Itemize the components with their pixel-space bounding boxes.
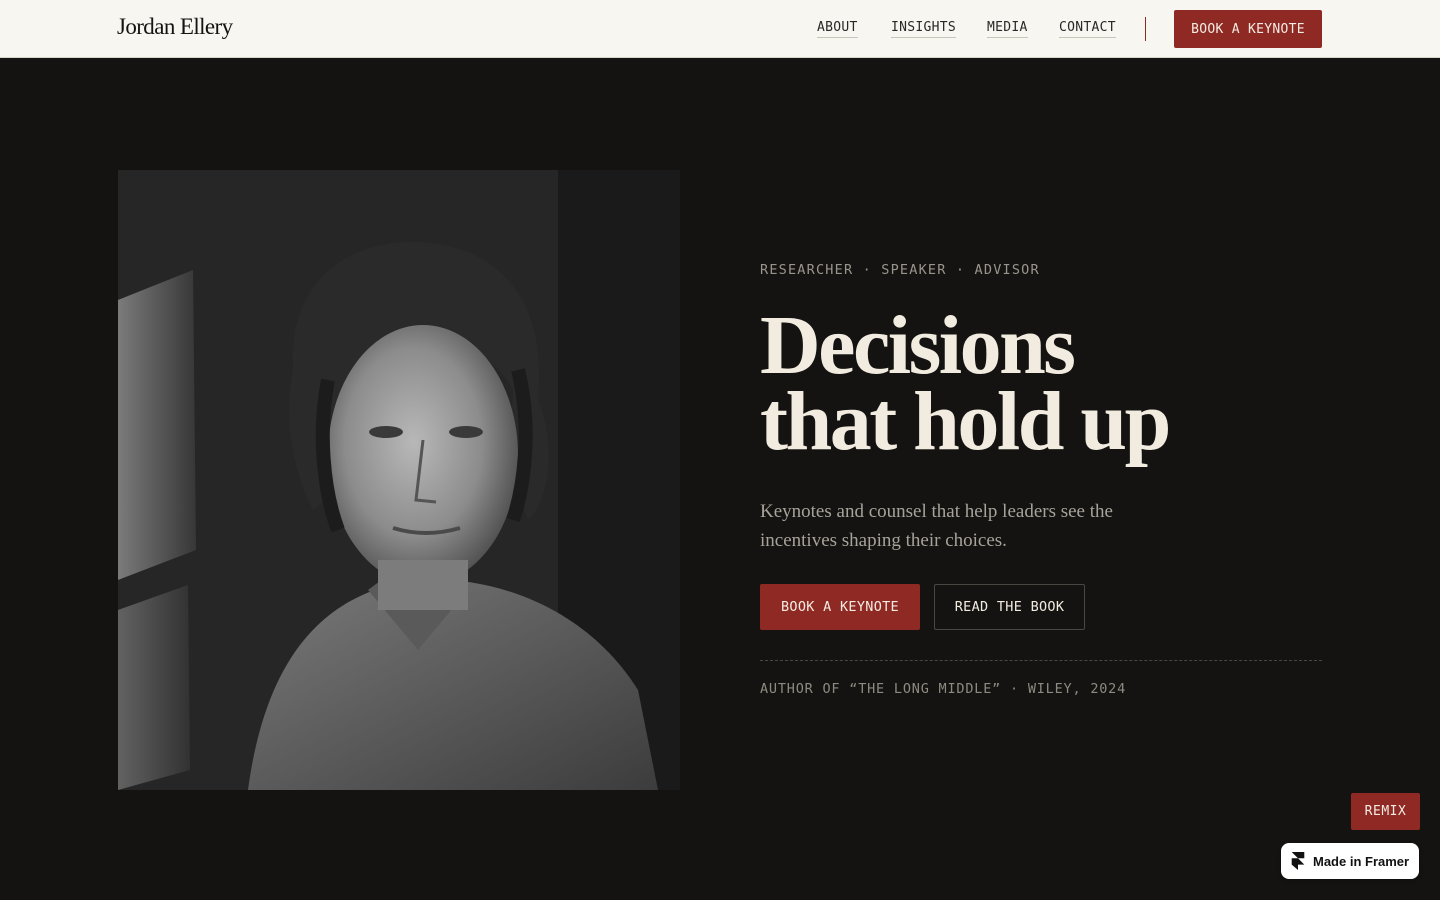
hero-lede: Keynotes and counsel that help leaders s… (760, 501, 1113, 551)
read-book-button[interactable]: READ THE BOOK (934, 584, 1085, 630)
portrait-illustration (118, 170, 680, 790)
nav-link-about[interactable]: ABOUT (817, 20, 858, 38)
speaker-portrait-image (118, 170, 680, 790)
book-keynote-button[interactable]: BOOK A KEYNOTE (760, 584, 920, 630)
badge-label: Made in Framer (1313, 853, 1410, 869)
site-logo[interactable]: Jordan Ellery (117, 14, 233, 40)
author-credit: AUTHOR OF “THE LONG MIDDLE” · WILEY, 202… (760, 681, 1127, 697)
top-nav: Jordan Ellery ABOUT INSIGHTS MEDIA CONTA… (0, 0, 1440, 58)
nav-divider (1145, 17, 1146, 41)
headline-line-2: that hold up (760, 375, 1171, 468)
nav-book-keynote-button[interactable]: BOOK A KEYNOTE (1174, 10, 1322, 48)
divider (760, 660, 1322, 661)
hero-eyebrow: RESEARCHER · SPEAKER · ADVISOR (760, 262, 1040, 278)
remix-button[interactable]: REMIX (1351, 793, 1420, 830)
framer-logo-icon (1291, 852, 1305, 870)
headline-line-1: Decisions (760, 299, 1076, 392)
made-in-framer-badge[interactable]: Made in Framer (1281, 843, 1419, 879)
hero-headline: Decisions that hold up (760, 299, 1360, 468)
nav-link-contact[interactable]: CONTACT (1059, 20, 1116, 38)
nav-link-media[interactable]: MEDIA (987, 20, 1028, 38)
nav-link-insights[interactable]: INSIGHTS (891, 20, 957, 38)
